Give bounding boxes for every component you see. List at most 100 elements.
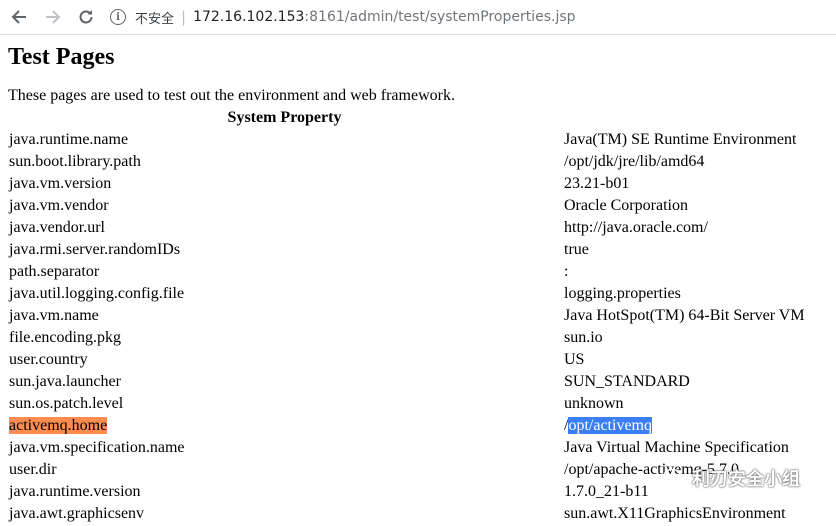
property-key: path.separator [9,263,100,280]
forward-button[interactable] [42,6,64,28]
property-key-cell: path.separator [8,262,561,282]
url-host: 172.16.102.153 [193,9,305,25]
property-value: sun.io [564,329,603,346]
property-key-cell: java.awt.graphicsenv [8,504,561,524]
table-header-row: System Property [8,108,828,128]
table-row: user.dir/opt/apache-activemq-5.7.0 [8,460,828,480]
property-value-cell: /opt/activemq [563,416,828,436]
table-row: java.vendor.url http://java.oracle.com/ [8,218,828,238]
property-value-cell: true [563,240,828,260]
property-key: activemq.home [9,417,108,434]
property-key: java.vm.specification.name [9,439,185,456]
table-row: java.runtime.name Java(TM) SE Runtime Env… [8,130,828,150]
intro-text: These pages are used to test out the env… [8,87,455,104]
property-value: http://java.oracle.com/ [564,219,708,236]
reload-button[interactable] [75,6,97,28]
info-icon[interactable]: i [110,9,126,25]
property-key: sun.os.patch.level [9,395,124,412]
property-value-cell: /opt/jdk/jre/lib/amd64 [563,152,828,172]
property-key-cell: user.dir [8,460,561,480]
reload-icon [79,10,93,24]
property-value: Java(TM) SE Runtime Environment [564,131,797,148]
table-header: System Property [227,109,342,126]
property-key-cell: sun.os.patch.level [8,394,561,414]
property-key: sun.boot.library.path [9,153,141,170]
table-row: java.util.logging.config.file logging.pro… [8,284,828,304]
property-key: file.encoding.pkg [9,329,121,346]
property-value: logging.properties [564,285,681,302]
property-key-cell: file.encoding.pkg [8,328,561,348]
property-value-cell: 1.7.0_21-b11 [563,482,828,502]
property-key: user.dir [9,461,57,478]
property-key-cell: java.vm.version [8,174,561,194]
property-value-cell: Oracle Corporation [563,196,828,216]
property-key: java.vm.name [9,307,99,324]
property-key-cell: java.runtime.name [8,130,561,150]
table-row: java.rmi.server.randomIDs true [8,240,828,260]
property-key-cell: java.util.logging.config.file [8,284,561,304]
property-value: Java HotSpot(TM) 64-Bit Server VM [564,307,805,324]
property-key: java.vendor.url [9,219,105,236]
property-key: java.vm.version [9,175,112,192]
table-row: sun.java.launcher SUN_STANDARD [8,372,828,392]
property-key: java.util.logging.config.file [9,285,185,302]
property-key-cell: java.vm.name [8,306,561,326]
property-value-cell: http://java.oracle.com/ [563,218,828,238]
property-key-cell: java.rmi.server.randomIDs [8,240,561,260]
property-key: java.vm.vendor [9,197,109,214]
table-row: java.vm.version 23.21-b01 [8,174,828,194]
property-value: unknown [564,395,624,412]
property-value: /opt/apache-activemq-5.7.0 [564,461,740,478]
property-value: : [564,263,569,280]
browser-toolbar: i 不安全 | 172.16.102.153:8161/admin/test/s… [0,0,836,35]
property-key-cell: sun.java.launcher [8,372,561,392]
table-row: java.vm.name Java HotSpot(TM) 64-Bit Serv… [8,306,828,326]
page-title: Test Pages [8,44,115,70]
back-arrow-icon [11,10,26,24]
property-key: user.country [9,351,88,368]
property-value-cell: Java HotSpot(TM) 64-Bit Server VM [563,306,828,326]
insecure-label: 不安全 [135,11,175,27]
property-key-cell: java.vendor.url [8,218,561,238]
property-value-cell: 23.21-b01 [563,174,828,194]
table-row: file.encoding.pkg sun.io [8,328,828,348]
property-key-cell: activemq.home [8,416,561,436]
back-button[interactable] [8,6,30,28]
table-header-empty [563,108,828,128]
property-value: 1.7.0_21-b11 [564,483,649,500]
property-value-cell: unknown [563,394,828,414]
property-value-cell: sun.io [563,328,828,348]
table-row: java.vm.vendor Oracle Corporation [8,196,828,216]
address-bar[interactable]: i 不安全 | 172.16.102.153:8161/admin/test/s… [108,3,828,31]
omnibox-separator: | [181,8,187,26]
table-row: java.runtime.version 1.7.0_21-b11 [8,482,828,502]
property-key-cell: java.vm.vendor [8,196,561,216]
property-key: sun.java.launcher [9,373,121,390]
property-value-cell: logging.properties [563,284,828,304]
property-value: Java Virtual Machine Specification [564,439,789,456]
table-row: java.awt.graphicsenv sun.awt.X11GraphicsE… [8,504,828,524]
property-value-cell: SUN_STANDARD [563,372,828,392]
url-path: :8161/admin/test/systemProperties.jsp [304,9,576,25]
property-value-cell: /opt/apache-activemq-5.7.0 [563,460,828,480]
property-value-cell: Java(TM) SE Runtime Environment [563,130,828,150]
property-value: Oracle Corporation [564,197,688,214]
property-value: SUN_STANDARD [564,373,690,390]
property-key-cell: sun.boot.library.path [8,152,561,172]
table-row: java.vm.specification.name Java Virtual M… [8,438,828,458]
table-body: java.runtime.name Java(TM) SE Runtime Env… [8,130,828,524]
table-row: user.country US [8,350,828,370]
table-row: sun.os.patch.level unknown [8,394,828,414]
property-key: java.runtime.name [9,131,129,148]
table-row: path.separator: [8,262,828,282]
property-value: opt/activemq [568,417,652,434]
property-value: 23.21-b01 [564,175,630,192]
property-value-cell: sun.awt.X11GraphicsEnvironment [563,504,828,524]
property-key-cell: java.vm.specification.name [8,438,561,458]
property-value: US [564,351,585,368]
forward-arrow-icon [46,10,61,24]
system-properties-table: System Property java.runtime.name Java(TM… [6,106,830,526]
page-content: Test Pages These pages are used to test … [8,36,836,526]
property-value-cell: Java Virtual Machine Specification [563,438,828,458]
property-key-cell: java.runtime.version [8,482,561,502]
